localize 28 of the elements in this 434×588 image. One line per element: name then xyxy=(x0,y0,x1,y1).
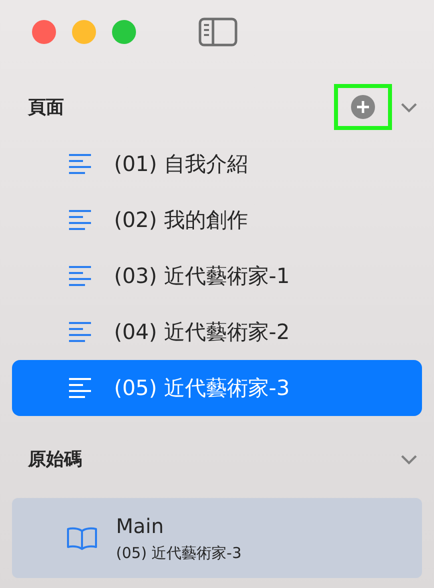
chevron-icon[interactable] xyxy=(400,101,418,113)
page-label: (02) 我的創作 xyxy=(114,207,248,234)
page-item[interactable]: (03) 近代藝術家-1 xyxy=(12,248,422,304)
text-lines-icon xyxy=(68,265,94,287)
text-lines-icon xyxy=(68,153,94,175)
page-label: (01) 自我介紹 xyxy=(114,151,248,178)
page-label: (05) 近代藝術家-3 xyxy=(114,375,290,402)
source-item[interactable]: Main (05) 近代藝術家-3 xyxy=(12,498,422,578)
page-item[interactable]: (05) 近代藝術家-3 xyxy=(12,360,422,416)
plus-icon xyxy=(350,94,376,120)
page-label: (03) 近代藝術家-1 xyxy=(114,263,290,290)
add-button[interactable] xyxy=(334,84,392,130)
book-icon xyxy=(66,526,98,550)
zoom-button[interactable] xyxy=(112,20,136,44)
page-item[interactable]: (04) 近代藝術家-2 xyxy=(12,304,422,360)
section-title: 原始碼 xyxy=(28,448,83,471)
page-item[interactable]: (01) 自我介紹 xyxy=(12,136,422,192)
source-subtitle: (05) 近代藝術家-3 xyxy=(116,544,242,562)
text-lines-icon xyxy=(68,321,94,343)
chevron-icon[interactable] xyxy=(400,453,418,465)
page-item[interactable]: (02) 我的創作 xyxy=(12,192,422,248)
text-lines-icon xyxy=(68,377,94,399)
section-title: 頁面 xyxy=(28,96,65,119)
page-label: (04) 近代藝術家-2 xyxy=(114,319,290,346)
source-title: Main xyxy=(116,514,165,538)
sidebar-toggle-icon[interactable] xyxy=(198,17,238,47)
close-button[interactable] xyxy=(32,20,56,44)
text-lines-icon xyxy=(68,209,94,231)
